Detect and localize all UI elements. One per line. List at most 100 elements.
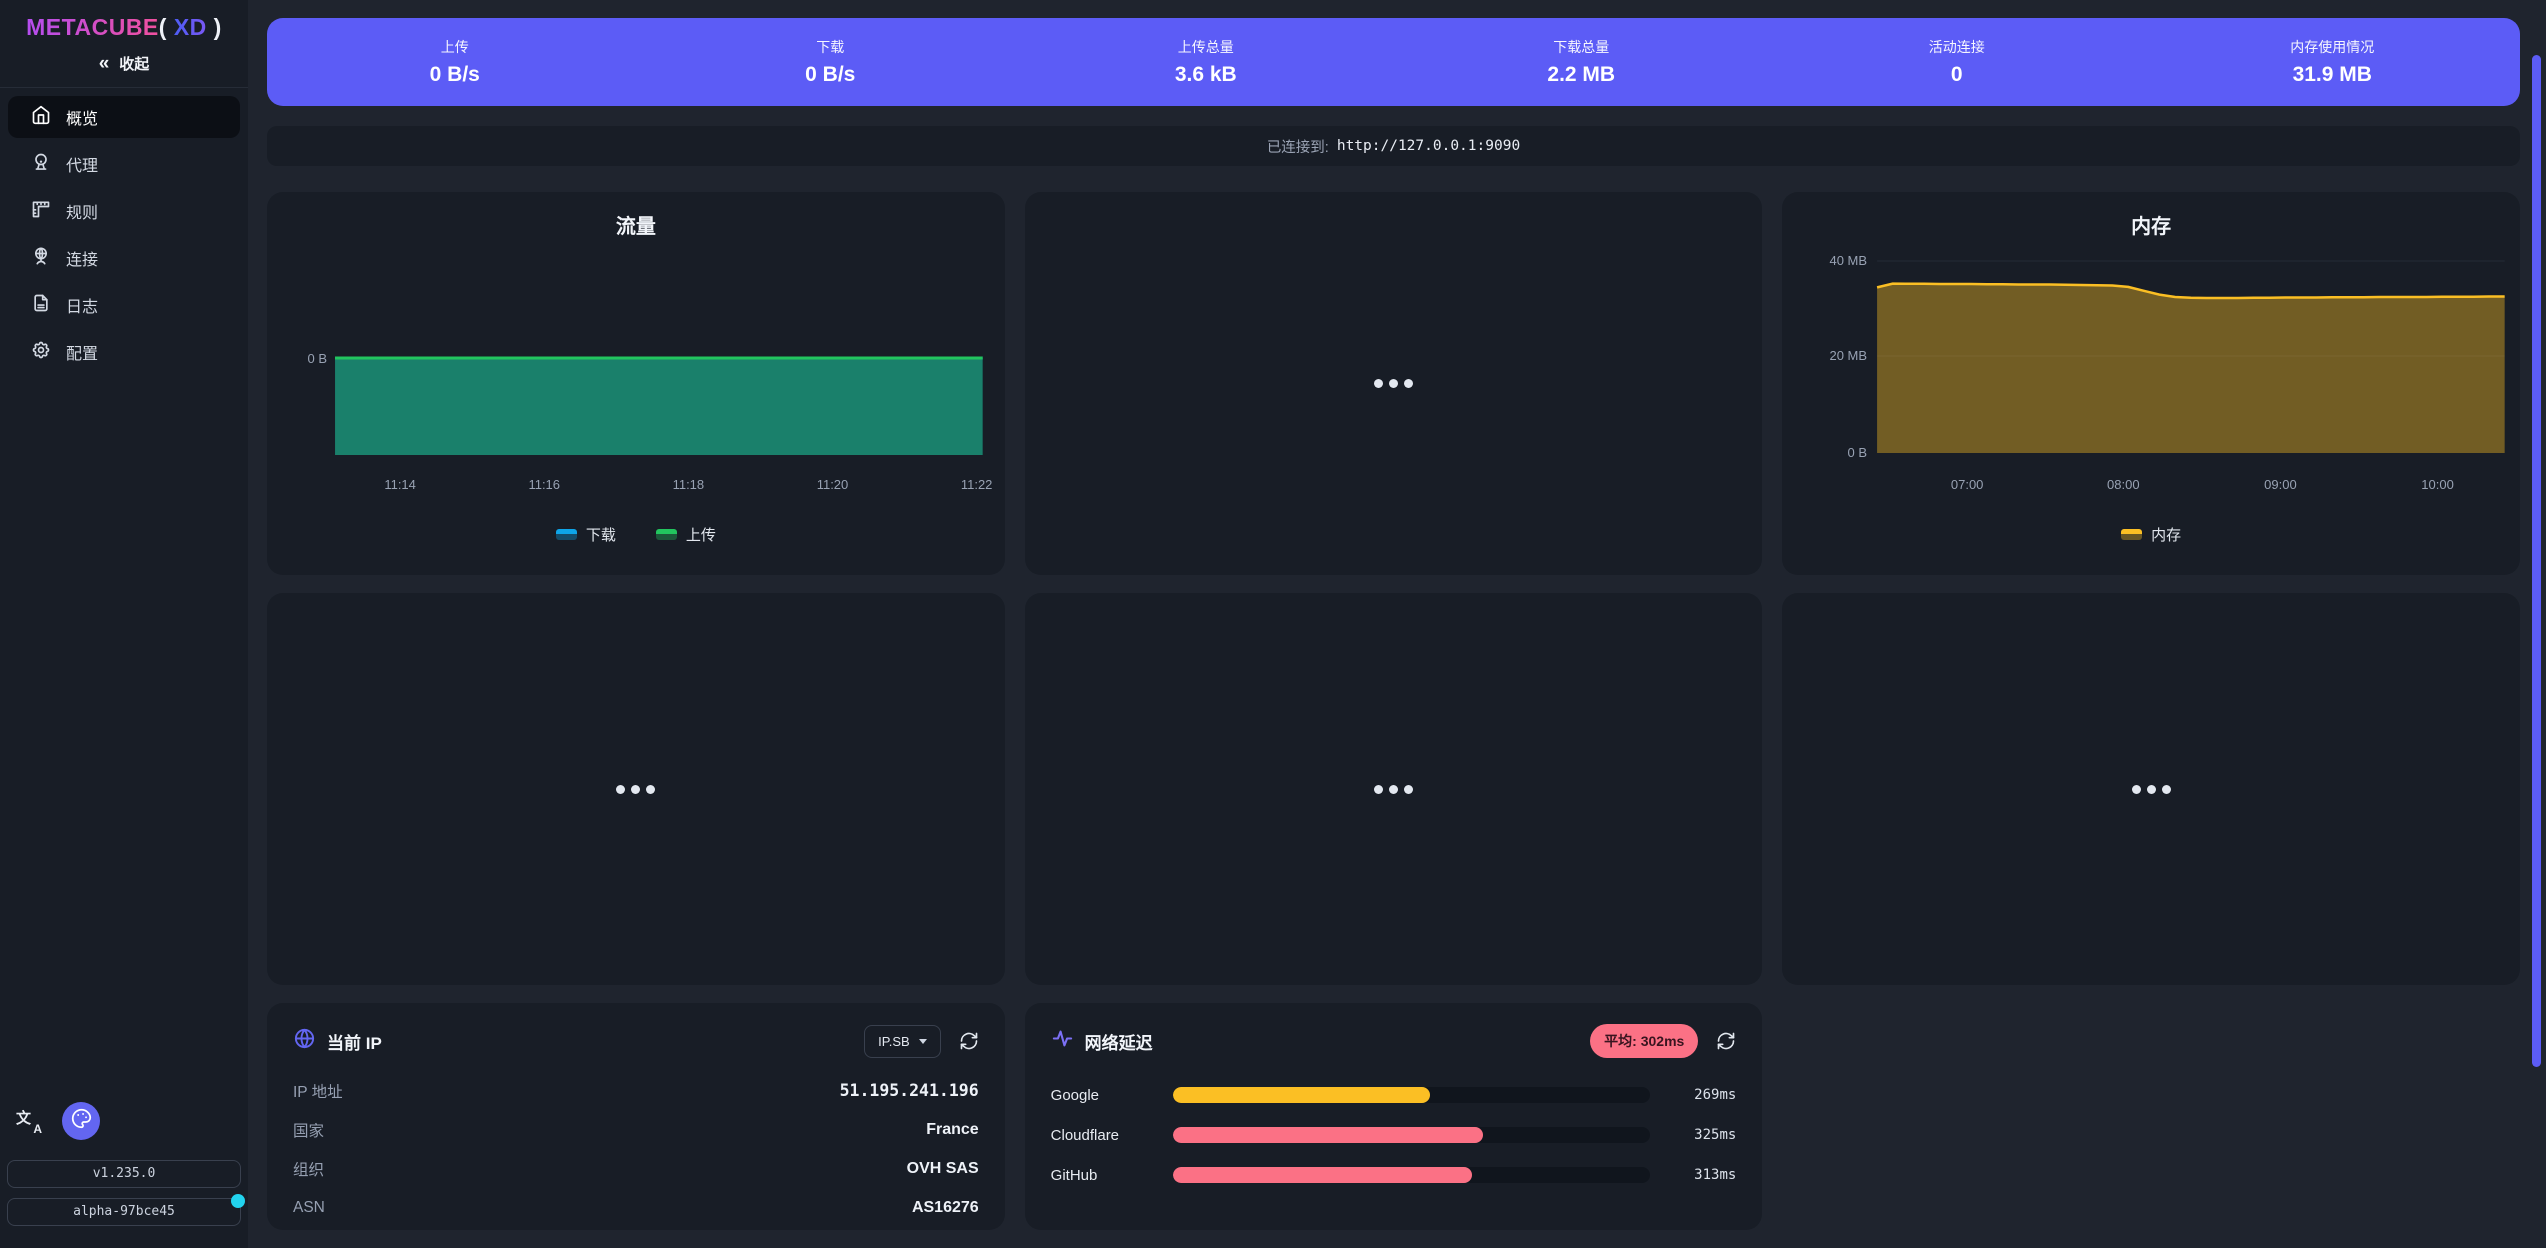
latency-label: Google <box>1051 1087 1173 1104</box>
memory-area-chart: 07:0008:0009:0010:0040 MB20 MB0 B <box>1782 192 2520 575</box>
latency-average-badge: 平均: 302ms <box>1590 1024 1698 1058</box>
loading-dots <box>1025 192 1763 575</box>
sidebar-footer: 文A v1.235.0 alpha-97bce45 <box>0 1102 248 1248</box>
sidebar-item-connections[interactable]: 连接 <box>8 237 240 279</box>
svg-text:0 B: 0 B <box>1848 445 1868 460</box>
latency-row-google: Google 269ms <box>1051 1075 1737 1115</box>
latency-row-cloudflare: Cloudflare 325ms <box>1051 1115 1737 1155</box>
theme-palette-button[interactable] <box>62 1102 100 1140</box>
stat-label: 内存使用情况 <box>2290 37 2374 57</box>
stat-value: 31.9 MB <box>2293 63 2372 87</box>
latency-label: GitHub <box>1051 1167 1173 1184</box>
svg-text:08:00: 08:00 <box>2107 477 2140 492</box>
sidebar-item-overview[interactable]: 概览 <box>8 96 240 138</box>
backend-status-label: 已连接到: <box>1267 136 1329 157</box>
ip-row-value: 51.195.241.196 <box>840 1081 979 1100</box>
sidebar-menu: 概览 代理 规则 连接 日志 配置 <box>0 88 248 378</box>
ip-provider-select[interactable]: IP.SB <box>864 1025 941 1058</box>
stat-value: 2.2 MB <box>1547 63 1615 87</box>
language-icon[interactable]: 文A <box>16 1108 42 1134</box>
sidebar-collapse-button[interactable]: « 收起 <box>99 53 150 74</box>
svg-text:11:18: 11:18 <box>673 477 705 492</box>
ip-refresh-button[interactable] <box>959 1031 979 1051</box>
legend-swatch <box>656 529 677 540</box>
chevron-down-icon <box>919 1039 927 1044</box>
sidebar-item-rules[interactable]: 规则 <box>8 190 240 232</box>
traffic-chart-legend: 下载 上传 <box>267 524 1005 545</box>
loading-card <box>267 593 1005 985</box>
latency-value: 269ms <box>1670 1087 1736 1103</box>
sidebar-item-config[interactable]: 配置 <box>8 331 240 373</box>
stat-value: 0 B/s <box>430 63 480 87</box>
latency-refresh-button[interactable] <box>1716 1031 1736 1051</box>
app-build-button[interactable]: alpha-97bce45 <box>7 1198 241 1226</box>
stat-active-connections: 活动连接 0 <box>1769 37 2145 87</box>
loading-dots <box>267 593 1005 985</box>
svg-text:10:00: 10:00 <box>2422 477 2455 492</box>
logo-text-primary: METACUBE <box>26 14 159 40</box>
svg-text:11:20: 11:20 <box>817 477 849 492</box>
stat-download-total: 下载总量 2.2 MB <box>1394 37 1770 87</box>
stat-value: 3.6 kB <box>1175 63 1237 87</box>
legend-swatch <box>2121 529 2142 540</box>
app-logo: METACUBE( XD ) <box>26 14 222 41</box>
ip-row-value: OVH SAS <box>907 1160 979 1178</box>
latency-row-github: GitHub 313ms <box>1051 1155 1737 1195</box>
ruler-icon <box>31 199 51 224</box>
main-content: 上传 0 B/s 下载 0 B/s 上传总量 3.6 kB 下载总量 2.2 M… <box>248 0 2546 1230</box>
stats-header: 上传 0 B/s 下载 0 B/s 上传总量 3.6 kB 下载总量 2.2 M… <box>267 18 2520 106</box>
core-version-button[interactable]: v1.235.0 <box>7 1160 241 1188</box>
svg-text:11:16: 11:16 <box>528 477 560 492</box>
globe-icon <box>293 1027 316 1055</box>
palette-icon <box>71 1108 92 1134</box>
dashboard-grid: 流量 11:1411:1611:1811:2011:220 B 下载上传 内存 … <box>267 192 2520 1230</box>
update-indicator-dot <box>231 1194 245 1208</box>
sidebar-item-label: 连接 <box>66 246 98 270</box>
ip-row-address: IP 地址 51.195.241.196 <box>293 1071 979 1110</box>
stat-memory-usage: 内存使用情况 31.9 MB <box>2145 37 2521 87</box>
memory-chart-card: 内存 07:0008:0009:0010:0040 MB20 MB0 B 内存 <box>1782 192 2520 575</box>
logo-text-accent: XD <box>174 14 207 40</box>
latency-label: Cloudflare <box>1051 1127 1173 1144</box>
stat-label: 上传 <box>441 37 469 57</box>
latency-bar-track <box>1173 1087 1651 1103</box>
legend-item[interactable]: 内存 <box>2121 524 2181 545</box>
stat-download-speed: 下载 0 B/s <box>643 37 1019 87</box>
ip-card-title: 当前 IP <box>327 1029 382 1054</box>
ip-row-label: 组织 <box>293 1158 324 1180</box>
ip-row-label: ASN <box>293 1199 325 1217</box>
stat-upload-speed: 上传 0 B/s <box>267 37 643 87</box>
memory-chart-legend: 内存 <box>1782 524 2520 545</box>
globe-stand-icon <box>31 246 51 271</box>
stat-label: 上传总量 <box>1178 37 1234 57</box>
legend-label: 下载 <box>586 524 616 545</box>
sidebar: METACUBE( XD ) « 收起 概览 代理 规则 连接 日志 配置 <box>0 0 248 1248</box>
sidebar-item-logs[interactable]: 日志 <box>8 284 240 326</box>
ip-row-organization: 组织 OVH SAS <box>293 1149 979 1188</box>
sidebar-item-label: 配置 <box>66 340 98 364</box>
network-latency-card: 网络延迟 平均: 302ms Google 269ms Cloudflare 3… <box>1025 1003 1763 1230</box>
latency-value: 313ms <box>1670 1167 1736 1183</box>
legend-swatch <box>556 529 577 540</box>
stat-label: 活动连接 <box>1929 37 1985 57</box>
chart-title-traffic: 流量 <box>267 210 1005 239</box>
proxy-globe-icon <box>31 152 51 177</box>
svg-text:11:22: 11:22 <box>961 477 993 492</box>
empty-grid-cell <box>1782 1003 2520 1230</box>
home-icon <box>31 105 51 130</box>
sidebar-item-proxies[interactable]: 代理 <box>8 143 240 185</box>
vertical-scrollbar-thumb[interactable] <box>2532 55 2541 1067</box>
loading-dots <box>1025 593 1763 985</box>
gear-icon <box>31 340 51 365</box>
loading-card <box>1025 593 1763 985</box>
stat-label: 下载总量 <box>1553 37 1609 57</box>
collapse-label: 收起 <box>119 53 149 74</box>
latency-card-title: 网络延迟 <box>1085 1029 1153 1054</box>
legend-item[interactable]: 下载 <box>556 524 616 545</box>
file-text-icon <box>31 293 51 318</box>
sidebar-item-label: 代理 <box>66 152 98 176</box>
backend-url: http://127.0.0.1:9090 <box>1337 138 1520 154</box>
loading-card <box>1782 593 2520 985</box>
legend-item[interactable]: 上传 <box>656 524 716 545</box>
svg-text:40 MB: 40 MB <box>1830 253 1868 268</box>
